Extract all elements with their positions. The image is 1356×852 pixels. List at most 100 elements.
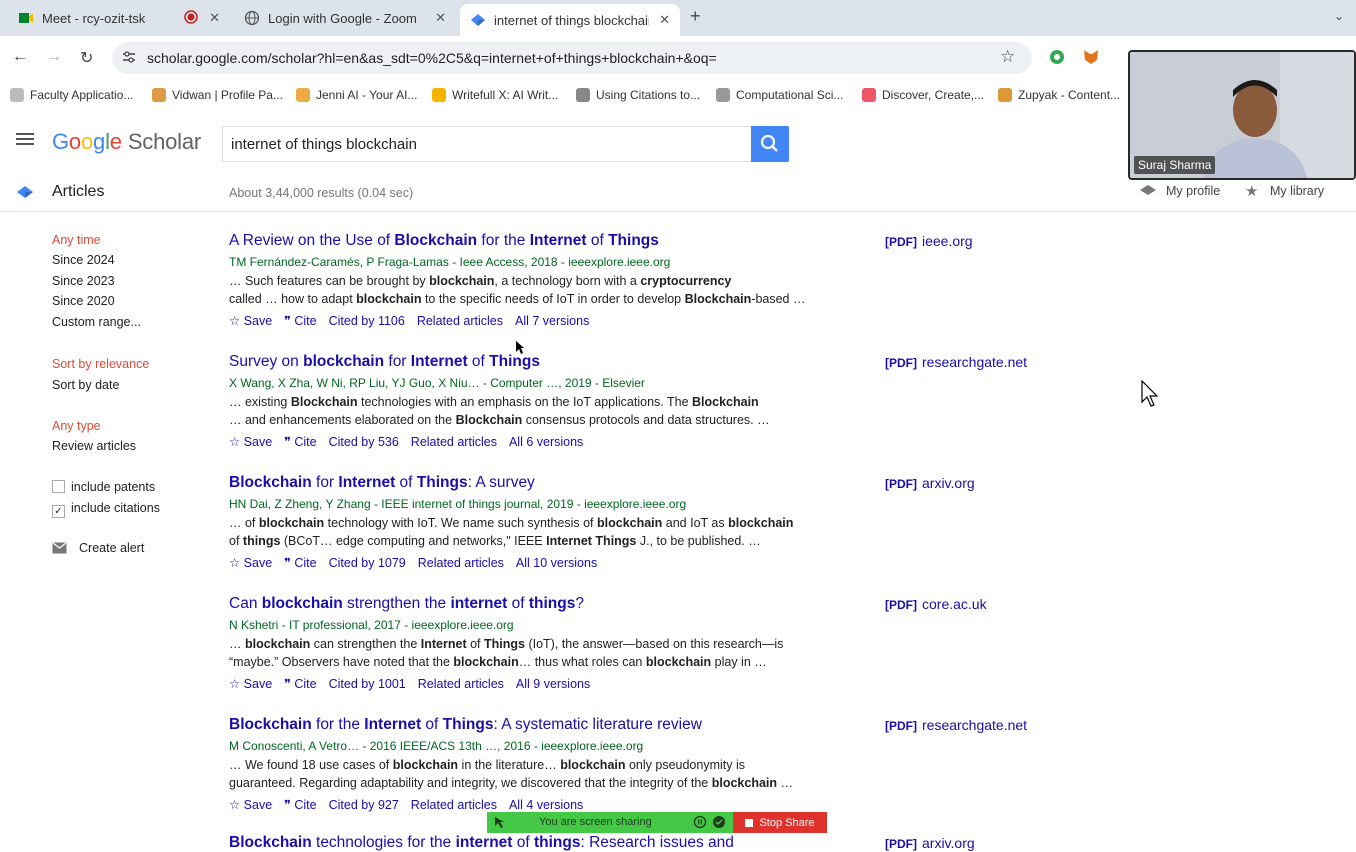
result-snippet: … blockchain can strengthen the Internet…	[229, 637, 784, 669]
search-button[interactable]	[751, 126, 789, 162]
google-scholar-logo[interactable]: Google Scholar	[52, 129, 201, 155]
result-title-link[interactable]: Blockchain for Internet of Things: A sur…	[229, 474, 869, 492]
pdf-link[interactable]: [PDF] core.ac.uk	[885, 596, 987, 612]
result-title-link[interactable]: Blockchain for the Internet of Things: A…	[229, 716, 869, 734]
sort-by-date[interactable]: Sort by date	[52, 378, 119, 392]
bookmark-item[interactable]: Discover, Create,...	[862, 88, 984, 102]
bookmark-item[interactable]: Using Citations to...	[576, 88, 700, 102]
video-thumbnail[interactable]: Suraj Sharma	[1128, 50, 1356, 180]
filter-since-2020[interactable]: Since 2020	[52, 294, 115, 308]
hamburger-menu-icon[interactable]	[16, 132, 34, 151]
result-authors[interactable]: X Wang, X Zha, W Ni, RP Liu, YJ Guo, X N…	[229, 376, 869, 390]
bookmark-item[interactable]: Zupyak - Content...	[998, 88, 1120, 102]
bookmark-item[interactable]: Vidwan | Profile Pa...	[152, 88, 283, 102]
include-citations-option[interactable]: ✓ include citations	[52, 501, 160, 518]
site-settings-icon[interactable]	[122, 50, 136, 69]
related-articles-link[interactable]: Related articles	[418, 556, 504, 570]
include-patents-checkbox[interactable]	[52, 480, 65, 493]
reload-icon[interactable]: ↻	[80, 48, 93, 68]
cite-link[interactable]: ❞ Cite	[284, 434, 316, 449]
cited-by-link[interactable]: Cited by 1079	[329, 556, 406, 570]
include-citations-checkbox[interactable]: ✓	[52, 505, 65, 518]
result-title-link[interactable]: Survey on blockchain for Internet of Thi…	[229, 353, 869, 371]
close-tab-icon[interactable]: ✕	[435, 10, 446, 26]
security-shield-icon[interactable]	[712, 815, 726, 832]
address-bar[interactable]: scholar.google.com/scholar?hl=en&as_sdt=…	[112, 42, 1032, 74]
pdf-link[interactable]: [PDF] researchgate.net	[885, 717, 1027, 733]
related-articles-link[interactable]: Related articles	[417, 314, 503, 328]
stop-share-button[interactable]: Stop Share	[733, 812, 827, 833]
cite-link[interactable]: ❞ Cite	[284, 313, 316, 328]
filter-any-time[interactable]: Any time	[52, 233, 101, 247]
result-snippet: … of blockchain technology with IoT. We …	[229, 516, 794, 548]
tab-scholar[interactable]: internet of things blockchain ✕	[460, 4, 680, 36]
result-title-link[interactable]: A Review on the Use of Blockchain for th…	[229, 232, 869, 250]
cite-link[interactable]: ❞ Cite	[284, 555, 316, 570]
filter-custom-range[interactable]: Custom range...	[52, 315, 141, 329]
pdf-link[interactable]: [PDF] ieee.org	[885, 233, 973, 249]
back-arrow-icon[interactable]: ←	[12, 48, 28, 66]
globe-icon	[244, 10, 260, 26]
all-versions-link[interactable]: All 9 versions	[516, 677, 590, 691]
result-authors[interactable]: N Kshetri - IT professional, 2017 - ieee…	[229, 618, 869, 632]
close-tab-icon[interactable]: ✕	[209, 10, 220, 26]
save-link[interactable]: ☆ Save	[229, 434, 272, 449]
result-title-link[interactable]: Blockchain technologies for the internet…	[229, 834, 869, 852]
cited-by-link[interactable]: Cited by 927	[329, 798, 399, 812]
result-authors[interactable]: TM Fernández-Caramés, P Fraga-Lamas - Ie…	[229, 255, 869, 269]
metamask-fox-icon[interactable]	[1082, 48, 1100, 71]
stop-square-icon	[745, 818, 754, 827]
my-profile-link[interactable]: My profile	[1166, 184, 1220, 198]
all-versions-link[interactable]: All 4 versions	[509, 798, 583, 812]
save-link[interactable]: ☆ Save	[229, 555, 272, 570]
bookmark-star-icon[interactable]: ☆	[1000, 47, 1015, 67]
bookmark-item[interactable]: Computational Sci...	[716, 88, 843, 102]
filter-any-type[interactable]: Any type	[52, 419, 101, 433]
new-tab-button[interactable]: +	[690, 6, 701, 27]
tab-zoom-login[interactable]: Login with Google - Zoom ✕	[234, 4, 456, 32]
result-authors[interactable]: M Conoscenti, A Vetro… - 2016 IEEE/ACS 1…	[229, 739, 869, 753]
related-articles-link[interactable]: Related articles	[411, 798, 497, 812]
filter-since-2023[interactable]: Since 2023	[52, 274, 115, 288]
cited-by-link[interactable]: Cited by 536	[329, 435, 399, 449]
related-articles-link[interactable]: Related articles	[411, 435, 497, 449]
tab-list-chevron-icon[interactable]: ⌄	[1334, 9, 1344, 23]
all-versions-link[interactable]: All 10 versions	[516, 556, 597, 570]
pdf-link[interactable]: [PDF] researchgate.net	[885, 354, 1027, 370]
close-tab-icon[interactable]: ✕	[659, 12, 670, 28]
share-drag-icon[interactable]	[493, 816, 505, 832]
tab-meet[interactable]: Meet - rcy-ozit-tsk ✕	[8, 4, 230, 32]
all-versions-link[interactable]: All 6 versions	[509, 435, 583, 449]
cited-by-link[interactable]: Cited by 1001	[329, 677, 406, 691]
result-title-link[interactable]: Can blockchain strengthen the internet o…	[229, 595, 869, 613]
tab-title: Meet - rcy-ozit-tsk	[42, 10, 146, 26]
bookmark-item[interactable]: Jenni AI - Your AI...	[296, 88, 417, 102]
pause-share-icon[interactable]	[693, 815, 707, 832]
filter-review-articles[interactable]: Review articles	[52, 439, 136, 453]
my-library-link[interactable]: My library	[1270, 184, 1324, 198]
filter-since-2024[interactable]: Since 2024	[52, 253, 115, 267]
save-link[interactable]: ☆ Save	[229, 676, 272, 691]
bookmark-item[interactable]: Writefull X: AI Writ...	[432, 88, 558, 102]
bookmark-item[interactable]: Faculty Applicatio...	[10, 88, 133, 102]
save-link[interactable]: ☆ Save	[229, 313, 272, 328]
create-alert-link[interactable]: Create alert	[52, 541, 144, 557]
search-input[interactable]: internet of things blockchain	[222, 126, 752, 162]
checkbox-label: include citations	[71, 501, 160, 515]
logo-letter: e	[109, 129, 122, 154]
include-patents-option[interactable]: include patents	[52, 480, 155, 494]
forward-arrow-icon[interactable]: →	[46, 48, 62, 66]
pdf-link[interactable]: [PDF] arxiv.org	[885, 835, 975, 851]
cited-by-link[interactable]: Cited by 1106	[329, 314, 405, 328]
related-articles-link[interactable]: Related articles	[418, 677, 504, 691]
pdf-tag: [PDF]	[885, 356, 917, 370]
pdf-link[interactable]: [PDF] arxiv.org	[885, 475, 975, 491]
result-authors[interactable]: HN Dai, Z Zheng, Y Zhang - IEEE internet…	[229, 497, 869, 511]
extension-icon[interactable]	[1048, 48, 1066, 71]
save-link[interactable]: ☆ Save	[229, 797, 272, 812]
cite-link[interactable]: ❞ Cite	[284, 797, 316, 812]
all-versions-link[interactable]: All 7 versions	[515, 314, 589, 328]
cite-link[interactable]: ❞ Cite	[284, 676, 316, 691]
search-result: A Review on the Use of Blockchain for th…	[229, 232, 869, 328]
sort-by-relevance[interactable]: Sort by relevance	[52, 357, 149, 371]
